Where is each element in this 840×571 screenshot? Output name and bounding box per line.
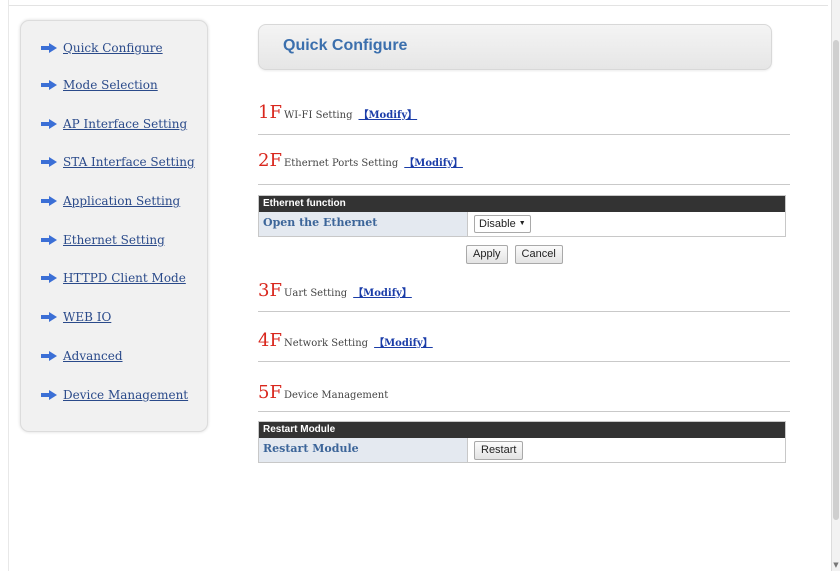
sidebar-item-web-io[interactable]: WEB IO [41,310,111,324]
arrow-right-icon [41,390,57,400]
window-top-edge [8,0,828,6]
sidebar-item-label: Mode Selection [63,78,158,92]
window-left-edge [8,0,9,571]
panel-row: Restart Module Restart [259,438,785,462]
sidebar-item-label: Advanced [63,349,123,363]
section-ethernet-ports-setting: 2F Ethernet Ports Setting 【Modify】 [258,150,790,171]
sidebar-item-label: Device Management [63,388,189,402]
sidebar-item-ethernet-setting[interactable]: Ethernet Setting [41,233,165,247]
sidebar-item-label: STA Interface Setting [63,155,195,169]
page-header: Quick Configure [258,24,772,70]
arrow-right-icon [41,119,57,129]
sidebar-item-label: WEB IO [63,310,112,324]
section-label: Ethernet Ports Setting [283,158,399,169]
sidebar-item-label: Quick Configure [63,41,163,55]
sidebar-item-mode-selection[interactable]: Mode Selection [41,78,158,92]
section-label: Network Setting [283,338,369,349]
section-label: Uart Setting [283,288,348,299]
divider [258,184,790,185]
divider [258,411,790,412]
panel-value-cell: Disable ▼ [468,212,785,236]
open-ethernet-label: Open the Ethernet [259,212,468,236]
restart-button[interactable]: Restart [474,440,524,460]
scroll-down-icon[interactable]: ▼ [832,561,840,569]
section-label: WI-FI Setting [283,110,353,121]
section-number: 4F [258,330,282,351]
sidebar-item-label: Application Setting [63,194,181,208]
ethernet-actions: Apply Cancel [466,245,563,264]
section-wifi-setting: 1F WI-FI Setting 【Modify】 [258,102,790,123]
ethernet-function-panel: Ethernet function Open the Ethernet Disa… [258,195,786,237]
modify-uart-link[interactable]: 【Modify】 [353,284,412,299]
panel-value-cell: Restart [468,438,785,462]
modify-wifi-link[interactable]: 【Modify】 [358,106,417,121]
page-title: Quick Configure [283,37,408,54]
scrollbar-thumb[interactable] [833,40,839,520]
section-uart-setting: 3F Uart Setting 【Modify】 [258,280,790,301]
section-network-setting: 4F Network Setting 【Modify】 [258,330,790,351]
section-number: 1F [258,102,282,123]
arrow-right-icon [41,157,57,167]
arrow-right-icon [41,273,57,283]
section-number: 3F [258,280,282,301]
divider [258,311,790,312]
panel-row: Open the Ethernet Disable ▼ [259,212,785,236]
arrow-right-icon [41,80,57,90]
divider [258,361,790,362]
sidebar-item-httpd-client-mode[interactable]: HTTPD Client Mode [41,271,186,285]
restart-module-panel: Restart Module Restart Module Restart [258,421,786,463]
sidebar-item-application-setting[interactable]: Application Setting [41,194,180,208]
restart-module-label: Restart Module [259,438,468,462]
chevron-down-icon: ▼ [518,220,526,227]
sidebar-item-label: AP Interface Setting [63,117,188,131]
apply-button[interactable]: Apply [466,245,508,264]
modify-network-link[interactable]: 【Modify】 [374,334,433,349]
arrow-right-icon [41,312,57,322]
section-label: Device Management [283,390,389,401]
section-number: 2F [258,150,282,171]
divider [258,134,790,135]
arrow-right-icon [41,235,57,245]
panel-title: Ethernet function [259,196,785,212]
ethernet-enable-select[interactable]: Disable ▼ [474,215,531,233]
panel-title: Restart Module [259,422,785,438]
arrow-right-icon [41,196,57,206]
sidebar-item-label: HTTPD Client Mode [63,271,186,285]
vertical-scrollbar[interactable]: ▼ [831,0,840,571]
sidebar-item-ap-interface-setting[interactable]: AP Interface Setting [41,117,187,131]
sidebar-item-device-management[interactable]: Device Management [41,388,188,402]
sidebar: Quick Configure Mode Selection AP Interf… [20,20,208,432]
sidebar-item-label: Ethernet Setting [63,233,165,247]
section-number: 5F [258,382,282,403]
select-value: Disable [479,218,516,230]
cancel-button[interactable]: Cancel [514,245,563,264]
sidebar-item-advanced[interactable]: Advanced [41,349,123,363]
arrow-right-icon [41,43,57,53]
sidebar-item-quick-configure[interactable]: Quick Configure [41,41,163,55]
arrow-right-icon [41,351,57,361]
section-device-management: 5F Device Management [258,382,790,403]
modify-ethernet-ports-link[interactable]: 【Modify】 [404,154,463,169]
sidebar-item-sta-interface-setting[interactable]: STA Interface Setting [41,155,195,169]
